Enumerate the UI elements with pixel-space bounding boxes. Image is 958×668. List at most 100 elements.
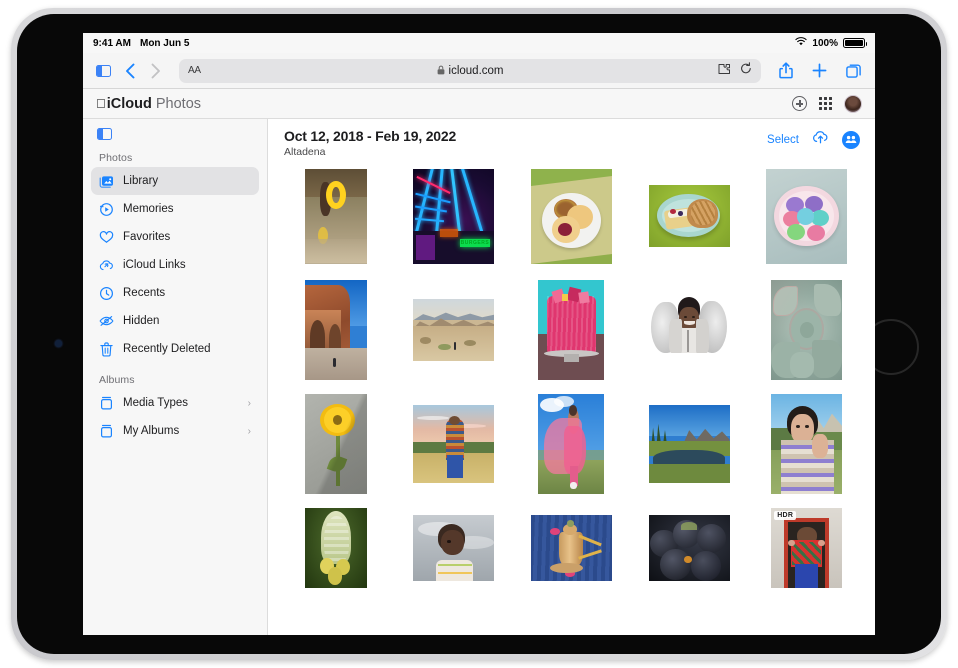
user-avatar[interactable]: [844, 94, 862, 113]
photo-thumbnail[interactable]: [648, 185, 730, 247]
photo-cell[interactable]: [284, 394, 389, 494]
sidebar-section-photos-label: Photos: [99, 152, 133, 164]
status-date: Mon Jun 5: [139, 37, 190, 49]
apple-logo-icon: : [96, 96, 106, 111]
sidebar-item-label: Library: [123, 175, 159, 187]
photo-thumbnail[interactable]: [771, 280, 843, 380]
sidebar-item-label: Memories: [123, 203, 174, 215]
photo-cell[interactable]: [754, 166, 859, 266]
sidebar-item-recents[interactable]: Recents: [91, 279, 259, 307]
photo-thumbnail[interactable]: [413, 515, 495, 581]
photo-thumbnail[interactable]: [538, 280, 605, 380]
photo-thumbnail[interactable]: BURGERS: [413, 168, 495, 264]
photo-cell[interactable]: [519, 508, 624, 588]
trash-icon: [99, 341, 114, 357]
photo-cell[interactable]: [284, 166, 389, 266]
share-icon[interactable]: [779, 62, 793, 79]
photo-thumbnail[interactable]: [648, 405, 730, 483]
sidebar-toggle-icon: [97, 128, 112, 140]
photo-thumbnail[interactable]: [771, 394, 843, 494]
photo-cell[interactable]: HDR: [754, 508, 859, 588]
status-time: 9:41 AM: [93, 37, 131, 49]
photo-thumbnail[interactable]: [530, 168, 612, 264]
photo-cell[interactable]: [637, 166, 742, 266]
sidebar-item-library[interactable]: Library: [91, 167, 259, 195]
shared-album-people-icon[interactable]: [842, 130, 860, 149]
tab-overview-icon[interactable]: [846, 63, 862, 79]
photo-cell[interactable]: BURGERS: [402, 166, 507, 266]
photo-cell[interactable]: [637, 280, 742, 380]
photo-cell[interactable]: [754, 394, 859, 494]
sidebar-item-favorites[interactable]: Favorites: [91, 223, 259, 251]
photo-cell[interactable]: [519, 166, 624, 266]
sidebar-item-hidden[interactable]: Hidden: [91, 307, 259, 335]
select-button[interactable]: Select: [767, 134, 799, 146]
photo-thumbnail[interactable]: [766, 168, 848, 264]
sidebar-item-label: Favorites: [123, 231, 171, 243]
address-bar[interactable]: AA icloud.com: [179, 58, 761, 83]
sidebar: Photos Library Memories Favorites iCloud…: [83, 119, 268, 635]
ipad-device-frame: 9:41 AM Mon Jun 5 100% AA icloud.com iCl…: [11, 8, 947, 660]
photo-cell[interactable]: [284, 280, 389, 380]
reload-icon[interactable]: [740, 61, 752, 80]
sidebar-item-label: Recently Deleted: [123, 343, 211, 355]
photo-thumbnail[interactable]: [413, 299, 495, 361]
photo-thumbnail[interactable]: [305, 394, 368, 494]
photo-thumbnail[interactable]: [305, 168, 368, 264]
photo-cell[interactable]: [402, 280, 507, 380]
brand-app-name: Photos: [146, 95, 201, 112]
lock-icon: [437, 65, 445, 77]
icloud-link-icon: [99, 258, 114, 273]
sidebar-toggle-icon[interactable]: [96, 64, 111, 77]
photo-thumbnail[interactable]: [538, 394, 605, 494]
sidebar-item-memories[interactable]: Memories: [91, 195, 259, 223]
photo-thumbnail[interactable]: [530, 515, 612, 581]
text-size-button[interactable]: AA: [188, 65, 201, 76]
hdr-badge: HDR: [774, 511, 797, 520]
wifi-icon: [795, 37, 808, 49]
location-subtitle: Altadena: [284, 146, 326, 158]
photo-cell[interactable]: [402, 394, 507, 494]
photo-library-icon: [99, 174, 114, 189]
cloud-upload-icon[interactable]: [812, 130, 829, 149]
back-button[interactable]: [125, 63, 136, 79]
battery-percent-label: 100%: [812, 37, 838, 49]
photo-cell[interactable]: [637, 508, 742, 588]
sidebar-collapse-button[interactable]: [83, 125, 267, 148]
album-folder-icon: [99, 396, 114, 411]
puzzle-extension-icon[interactable]: [718, 62, 731, 80]
memories-play-icon: [99, 202, 114, 217]
photo-thumbnail[interactable]: [648, 291, 730, 369]
status-bar: 9:41 AM Mon Jun 5 100%: [83, 33, 875, 53]
photo-cell[interactable]: [402, 508, 507, 588]
battery-icon: [843, 38, 867, 48]
sidebar-item-media-types[interactable]: Media Types ›: [91, 389, 259, 417]
photo-cell[interactable]: [284, 508, 389, 588]
photo-thumbnail[interactable]: HDR: [771, 508, 843, 588]
forward-button[interactable]: [150, 63, 161, 79]
clock-icon: [99, 286, 114, 301]
sidebar-item-recently-deleted[interactable]: Recently Deleted: [91, 335, 259, 363]
icloud-brand[interactable]:  iCloud Photos: [96, 96, 201, 112]
new-tab-button[interactable]: [812, 63, 827, 78]
chevron-right-icon: ›: [247, 425, 251, 437]
sidebar-item-label: Media Types: [123, 397, 188, 409]
photo-thumbnail[interactable]: [305, 508, 368, 588]
sidebar-item-my-albums[interactable]: My Albums ›: [91, 417, 259, 445]
photo-cell[interactable]: [519, 394, 624, 494]
heart-icon: [99, 230, 114, 245]
photo-cell[interactable]: [519, 280, 624, 380]
photo-cell[interactable]: [754, 280, 859, 380]
brand-icloud: iCloud: [97, 95, 152, 112]
photo-thumbnail[interactable]: [413, 405, 495, 483]
photo-thumbnail[interactable]: [305, 280, 368, 380]
app-body: Photos Library Memories Favorites iCloud…: [83, 119, 875, 635]
photo-thumbnail[interactable]: [648, 515, 730, 581]
app-grid-icon[interactable]: [819, 97, 832, 110]
album-folder-icon: [99, 424, 114, 439]
photo-grid: BURGERS HDR: [268, 164, 875, 588]
photo-cell[interactable]: [637, 394, 742, 494]
photos-content-pane: Oct 12, 2018 - Feb 19, 2022 Altadena Sel…: [268, 119, 875, 635]
sidebar-item-icloud-links[interactable]: iCloud Links: [91, 251, 259, 279]
circle-plus-icon[interactable]: [792, 96, 807, 111]
